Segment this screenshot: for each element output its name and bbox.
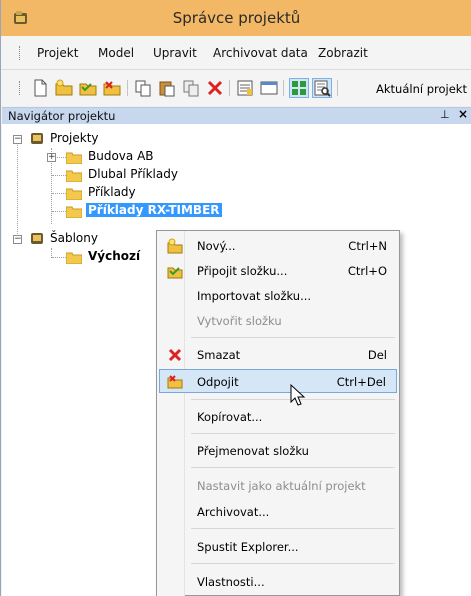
menu-bar: Projekt Model Upravit Archivovat data Zo… xyxy=(1,36,471,70)
copy-icon[interactable] xyxy=(134,79,152,97)
menu-separator xyxy=(191,467,395,468)
menubar-grip[interactable] xyxy=(19,46,21,60)
menu-item-pripojit-slozku[interactable]: Připojit složku... Ctrl+O xyxy=(159,259,397,283)
tree-label: Příklady xyxy=(88,185,136,199)
menu-item-shortcut: Del xyxy=(367,348,387,362)
toolbar-separator xyxy=(283,80,284,96)
project-manager-window: Správce projektů Projekt Model Upravit A… xyxy=(0,0,471,596)
menu-archivovat-data[interactable]: Archivovat data xyxy=(213,46,308,60)
tree-item-budova-ab[interactable]: + Budova AB xyxy=(2,148,202,166)
menu-item-label: Smazat xyxy=(197,348,241,362)
folder-icon xyxy=(66,188,82,200)
tree-item-priklady[interactable]: Příklady xyxy=(2,184,202,202)
tree-item-priklady-rx-timber[interactable]: Příklady RX-TIMBER xyxy=(2,202,242,220)
menu-item-nastavit-aktualni: Nastavit jako aktuální projekt xyxy=(159,474,397,498)
menu-model[interactable]: Model xyxy=(98,46,134,60)
menu-item-label: Připojit složku... xyxy=(197,264,288,278)
tree-item-dlubal-priklady[interactable]: Dlubal Příklady xyxy=(2,166,202,184)
toolbar-grip[interactable] xyxy=(19,81,21,95)
toolbar: Aktuální projekt xyxy=(1,70,471,106)
menu-item-spustit-explorer[interactable]: Spustit Explorer... xyxy=(159,535,397,559)
new-folder-icon xyxy=(167,238,183,254)
delete-icon[interactable] xyxy=(206,79,224,97)
folder-icon xyxy=(66,152,82,164)
folder-icon xyxy=(66,252,82,264)
menu-projekt[interactable]: Projekt xyxy=(37,46,78,60)
menu-item-shortcut: Ctrl+Del xyxy=(336,375,386,389)
window-title: Správce projektů xyxy=(172,9,301,27)
disconnect-folder-icon xyxy=(167,375,183,389)
delete-icon xyxy=(168,348,182,362)
list-view-icon[interactable] xyxy=(289,78,309,98)
tree-label: Šablony xyxy=(50,231,98,245)
menu-item-label: Odpojit xyxy=(197,375,239,389)
connect-folder-icon xyxy=(167,267,183,279)
window-icon[interactable] xyxy=(260,79,278,97)
disconnect-folder-icon[interactable] xyxy=(103,79,121,97)
menu-item-novy[interactable]: Nový... Ctrl+N xyxy=(159,234,397,258)
new-document-icon[interactable] xyxy=(31,79,49,97)
context-menu: Nový... Ctrl+N Připojit složku... Ctrl+O… xyxy=(156,230,400,596)
menu-item-archivovat[interactable]: Archivovat... xyxy=(159,500,397,524)
menu-item-shortcut: Ctrl+O xyxy=(347,264,387,278)
new-folder-icon[interactable] xyxy=(55,79,73,97)
menu-item-shortcut: Ctrl+N xyxy=(348,239,387,253)
toolbar-separator xyxy=(337,80,338,96)
navigator-panel-title: Navigátor projektu xyxy=(8,109,116,123)
menu-separator xyxy=(191,433,395,434)
menu-item-label: Archivovat... xyxy=(197,505,270,519)
projects-root-icon xyxy=(31,133,43,144)
menu-item-label: Přejmenovat složku xyxy=(197,444,309,458)
details-view-icon[interactable] xyxy=(312,78,332,98)
folder-icon xyxy=(66,206,82,218)
tree-label-selected: Příklady RX-TIMBER xyxy=(86,203,222,217)
duplicate-icon[interactable] xyxy=(182,79,200,97)
tree-item-projekty[interactable]: − Projekty xyxy=(2,130,202,148)
menu-item-label: Vytvořit složku xyxy=(197,314,282,328)
menu-item-label: Kopírovat... xyxy=(197,410,263,424)
pin-icon[interactable]: ⊥ xyxy=(440,108,450,121)
menu-item-label: Nastavit jako aktuální projekt xyxy=(197,479,366,493)
menu-separator xyxy=(191,337,395,338)
mouse-cursor-icon xyxy=(290,384,306,406)
menu-item-label: Vlastnosti... xyxy=(197,575,265,589)
templates-root-icon xyxy=(31,233,43,244)
tree-label: Výchozí xyxy=(88,249,141,263)
menu-zobrazit[interactable]: Zobrazit xyxy=(318,46,368,60)
expand-icon[interactable]: + xyxy=(47,153,56,162)
folder-icon xyxy=(66,170,82,182)
menu-item-smazat[interactable]: Smazat Del xyxy=(159,343,397,367)
menu-item-prejmenovat-slozku[interactable]: Přejmenovat složku xyxy=(159,439,397,463)
menu-item-vytvorit-slozku: Vytvořit složku xyxy=(159,309,397,333)
collapse-icon[interactable]: − xyxy=(13,235,22,244)
menu-separator xyxy=(191,563,395,564)
properties-icon[interactable] xyxy=(236,79,254,97)
open-folder-icon[interactable] xyxy=(79,79,97,97)
collapse-icon[interactable]: − xyxy=(13,135,22,144)
toolbar-separator xyxy=(127,80,128,96)
tree-label: Budova AB xyxy=(88,149,154,163)
menu-item-kopirovat[interactable]: Kopírovat... xyxy=(159,405,397,429)
tree-label: Projekty xyxy=(50,131,99,145)
menu-item-importovat-slozku[interactable]: Importovat složku... xyxy=(159,284,397,308)
menu-item-label: Importovat složku... xyxy=(197,289,312,303)
close-icon[interactable]: × xyxy=(458,107,468,121)
tree-label: Dlubal Příklady xyxy=(88,167,178,181)
paste-icon[interactable] xyxy=(158,79,176,97)
menu-separator xyxy=(191,528,395,529)
menu-item-odpojit[interactable]: Odpojit Ctrl+Del xyxy=(159,369,397,393)
menu-upravit[interactable]: Upravit xyxy=(153,46,197,60)
menu-item-label: Spustit Explorer... xyxy=(197,540,299,554)
menu-item-vlastnosti[interactable]: Vlastnosti... xyxy=(159,570,397,594)
toolbar-separator xyxy=(229,80,230,96)
title-bar[interactable]: Správce projektů xyxy=(1,0,471,36)
current-project-label: Aktuální projekt xyxy=(376,82,467,96)
menu-item-label: Nový... xyxy=(197,239,236,253)
navigator-panel-header: Navigátor projektu ⊥ × xyxy=(2,107,471,124)
